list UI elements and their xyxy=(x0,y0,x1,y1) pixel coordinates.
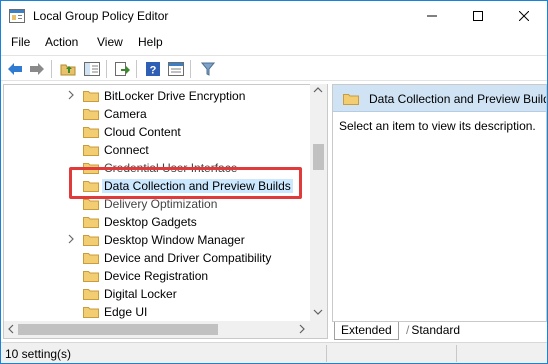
horizontal-scroll-thumb[interactable] xyxy=(18,324,218,335)
details-description: Select an item to view its description. xyxy=(339,119,536,133)
scroll-up-icon[interactable] xyxy=(313,86,323,97)
tree-item-label: Desktop Window Manager xyxy=(104,233,245,247)
tree-item[interactable]: Connect xyxy=(4,141,310,159)
folder-icon xyxy=(83,216,99,228)
status-divider xyxy=(456,345,457,362)
tree-horizontal-scrollbar[interactable] xyxy=(4,321,310,338)
close-button[interactable] xyxy=(501,1,547,31)
scroll-corner xyxy=(310,321,327,338)
folder-icon xyxy=(83,90,99,102)
tree-item[interactable]: Desktop Window Manager xyxy=(4,231,310,249)
tree-item[interactable]: Credential User Interface xyxy=(4,159,310,177)
tree-item[interactable]: Desktop Gadgets xyxy=(4,213,310,231)
minimize-button[interactable] xyxy=(409,1,455,31)
export-list-icon[interactable] xyxy=(113,60,131,78)
vertical-scroll-thumb[interactable] xyxy=(313,144,324,170)
help-icon[interactable]: ? xyxy=(144,60,162,78)
title-bar: Local Group Policy Editor xyxy=(1,1,547,31)
tree-item-label: Data Collection and Preview Builds xyxy=(102,179,293,193)
tree-item[interactable]: Delivery Optimization xyxy=(4,195,310,213)
scroll-left-icon[interactable] xyxy=(7,323,15,338)
tree-item-label: BitLocker Drive Encryption xyxy=(104,89,246,103)
status-bar: 10 setting(s) xyxy=(1,342,547,363)
app-window: Local Group Policy Editor File Action Vi… xyxy=(0,0,548,364)
tree-item[interactable]: Digital Locker xyxy=(4,285,310,303)
tree-item-label: Edge UI xyxy=(104,305,148,319)
tree-item-label: Cloud Content xyxy=(104,125,181,139)
view-tabs: Extended Standard xyxy=(332,322,547,340)
tree-item[interactable]: Device and Driver Compatibility xyxy=(4,249,310,267)
tree-item-label: Device and Driver Compatibility xyxy=(104,251,272,265)
menu-help[interactable]: Help xyxy=(138,35,163,49)
tree-item[interactable]: Device Registration xyxy=(4,267,310,285)
status-divider xyxy=(326,345,327,362)
menu-view[interactable]: View xyxy=(97,35,123,49)
tree-item-label: Connect xyxy=(104,143,149,157)
status-setting-count: 10 setting(s) xyxy=(5,347,72,361)
chevron-right-icon[interactable] xyxy=(67,90,75,103)
scroll-down-icon[interactable] xyxy=(313,308,323,319)
tab-standard[interactable]: Standard xyxy=(400,322,466,340)
properties-icon[interactable] xyxy=(167,60,185,78)
folder-icon xyxy=(83,144,99,156)
show-hide-tree-icon[interactable] xyxy=(83,60,101,78)
group-policy-app-icon xyxy=(9,9,25,23)
tree-item-label: Desktop Gadgets xyxy=(104,215,197,229)
forward-arrow-icon[interactable] xyxy=(28,60,46,78)
folder-icon xyxy=(83,180,99,192)
folder-icon xyxy=(83,198,99,210)
folder-icon xyxy=(83,234,99,246)
toolbar-separator xyxy=(136,60,137,78)
tree-item-label: Delivery Optimization xyxy=(104,197,218,211)
tree-item[interactable]: Cloud Content xyxy=(4,123,310,141)
toolbar-separator xyxy=(51,60,52,78)
tree-item-label: Device Registration xyxy=(104,269,209,283)
details-header-title: Data Collection and Preview Builds xyxy=(369,92,547,106)
chevron-right-icon[interactable] xyxy=(67,234,75,247)
back-arrow-icon[interactable] xyxy=(6,60,24,78)
tree-item[interactable]: BitLocker Drive Encryption xyxy=(4,87,310,105)
folder-icon xyxy=(83,306,99,318)
maximize-button[interactable] xyxy=(455,1,501,31)
window-title: Local Group Policy Editor xyxy=(33,9,169,23)
folder-icon xyxy=(83,270,99,282)
menu-bar: File Action View Help xyxy=(1,33,547,53)
details-header: Data Collection and Preview Builds xyxy=(333,85,547,112)
tree-item[interactable]: Edge UI xyxy=(4,303,310,321)
menu-action[interactable]: Action xyxy=(45,35,78,49)
tree-item[interactable]: Camera xyxy=(4,105,310,123)
folder-icon xyxy=(83,126,99,138)
filter-icon[interactable] xyxy=(199,60,217,78)
folder-icon xyxy=(83,162,99,174)
tree-item-selected[interactable]: Data Collection and Preview Builds xyxy=(4,177,310,195)
menu-file[interactable]: File xyxy=(11,35,30,49)
toolbar-separator xyxy=(190,60,191,78)
folder-icon xyxy=(83,252,99,264)
tree-item-label: Camera xyxy=(104,107,147,121)
up-folder-icon[interactable] xyxy=(59,60,77,78)
tab-extended[interactable]: Extended xyxy=(334,322,399,340)
scroll-right-icon[interactable] xyxy=(298,323,306,338)
svg-text:?: ? xyxy=(150,65,157,77)
toolbar: ? xyxy=(1,55,547,81)
tree-item-label: Credential User Interface xyxy=(104,161,238,175)
tree-vertical-scrollbar[interactable] xyxy=(310,84,327,321)
details-pane: Data Collection and Preview Builds Selec… xyxy=(332,84,547,322)
folder-icon xyxy=(83,108,99,120)
tree-item-label: Digital Locker xyxy=(104,287,177,301)
folder-icon xyxy=(343,93,359,105)
toolbar-separator xyxy=(106,60,107,78)
folder-icon xyxy=(83,288,99,300)
